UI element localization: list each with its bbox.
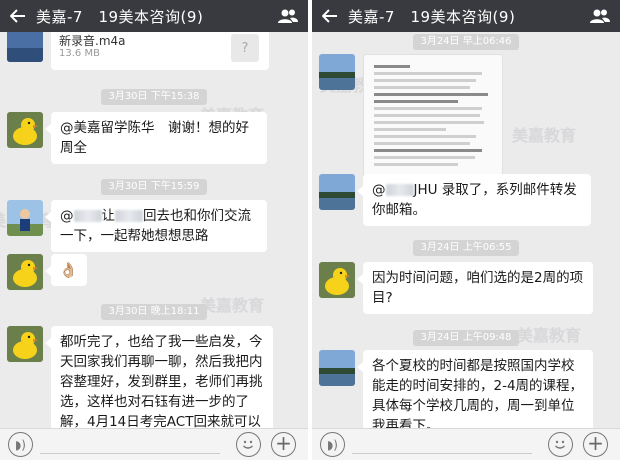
file-size: 13.6 MB [59, 48, 100, 59]
voice-icon[interactable]: ◗) [320, 432, 345, 457]
message-bubble[interactable]: 各个夏校的时间都是按照国内学校能走的时间安排的，2-4周的课程，具体每个学校几周… [357, 350, 593, 428]
duck-avatar[interactable] [7, 112, 43, 148]
voice-icon[interactable]: ◗) [8, 432, 33, 457]
mention-text: @ [372, 182, 386, 198]
chat-title: 美嘉-7 19美本咨询(9) [348, 7, 516, 26]
file-name: 新录音.m4a [59, 34, 126, 48]
avatar[interactable] [7, 200, 43, 236]
avatar[interactable] [7, 32, 43, 62]
timestamp: 3月30日 晚上18:11 [101, 304, 207, 320]
timestamp-row: 3月30日 下午15:59 [0, 179, 308, 195]
watermark: 美嘉教育 [512, 126, 577, 145]
redacted-name [385, 184, 414, 196]
group-members-icon[interactable] [268, 0, 308, 32]
emoji-icon[interactable] [236, 432, 261, 457]
message-text: 让 [101, 208, 116, 224]
timestamp: 3月30日 下午15:59 [101, 179, 207, 195]
image-message[interactable] [363, 54, 503, 180]
message-bubble[interactable]: @ JHU 录取了，系列邮件转发你邮箱。 [357, 174, 591, 226]
back-arrow-icon[interactable] [0, 0, 36, 32]
screenshot-root: 美嘉-7 19美本咨询(9) 美嘉教育 美嘉教育 美嘉教育 新录音.m4a 13… [0, 0, 620, 460]
emoji-bubble[interactable]: 👌🏼 [45, 254, 87, 286]
plus-icon[interactable]: + [583, 432, 608, 457]
message-list[interactable]: 美嘉教育 美嘉教育 美嘉教育 新录音.m4a 13.6 MB ? 3月30日 下… [0, 32, 308, 428]
chat-panel-right: 美嘉-7 19美本咨询(9) 美嘉教育 美嘉教育 美嘉教育 3月24日 早上06… [312, 0, 620, 460]
timestamp-row: 3月30日 下午15:38 [0, 89, 308, 105]
back-arrow-icon[interactable] [312, 0, 348, 32]
chat-header: 美嘉-7 19美本咨询(9) [312, 0, 620, 32]
timestamp: 3月24日 上午06:55 [413, 240, 519, 256]
timestamp-row: 3月24日 上午06:55 [312, 240, 620, 256]
chat-header: 美嘉-7 19美本咨询(9) [0, 0, 308, 32]
lake-avatar[interactable] [319, 174, 355, 210]
message-list[interactable]: 美嘉教育 美嘉教育 美嘉教育 3月24日 早上06:46 [312, 32, 620, 428]
lake-avatar[interactable] [319, 350, 355, 386]
timestamp-row: 3月24日 早上06:46 [312, 34, 620, 50]
message-bubble[interactable]: @ 让回去也和你们交流一下，一起帮她想想思路 [45, 200, 267, 252]
timestamp-row: 3月30日 晚上18:11 [0, 304, 308, 320]
redacted-name [73, 210, 102, 222]
chat-title: 美嘉-7 19美本咨询(9) [36, 7, 204, 26]
unknown-file-icon: ? [231, 34, 259, 62]
plus-icon[interactable]: + [271, 432, 296, 457]
timestamp: 3月24日 上午09:48 [413, 330, 519, 346]
emoji-icon[interactable] [548, 432, 573, 457]
file-message[interactable]: 新录音.m4a 13.6 MB ? [51, 32, 269, 70]
chat-panel-left: 美嘉-7 19美本咨询(9) 美嘉教育 美嘉教育 美嘉教育 新录音.m4a 13… [0, 0, 308, 460]
input-bar: ◗) + [312, 428, 620, 460]
document-image [374, 65, 494, 170]
timestamp: 3月30日 下午15:38 [101, 89, 207, 105]
lake-avatar[interactable] [319, 54, 355, 90]
message-input[interactable] [40, 453, 220, 454]
message-bubble[interactable]: 因为时间问题，咱们选的是2周的项目? [357, 262, 593, 314]
message-input[interactable] [352, 453, 532, 454]
group-members-icon[interactable] [580, 0, 620, 32]
duck-avatar[interactable] [319, 262, 355, 298]
redacted-name [115, 210, 143, 222]
message-bubble[interactable]: 都听完了，也给了我一些启发，今天回家我们再聊一聊，然后我把内容整理好，发到群里，… [45, 326, 273, 428]
duck-avatar[interactable] [7, 326, 43, 362]
timestamp-row: 3月24日 上午09:48 [312, 330, 620, 346]
mention-text: @ [60, 208, 74, 224]
message-bubble[interactable]: @美嘉留学陈华 谢谢！想的好周全 [45, 112, 267, 164]
input-bar: ◗) + [0, 428, 308, 460]
timestamp: 3月24日 早上06:46 [413, 34, 519, 50]
duck-avatar[interactable] [7, 254, 43, 290]
